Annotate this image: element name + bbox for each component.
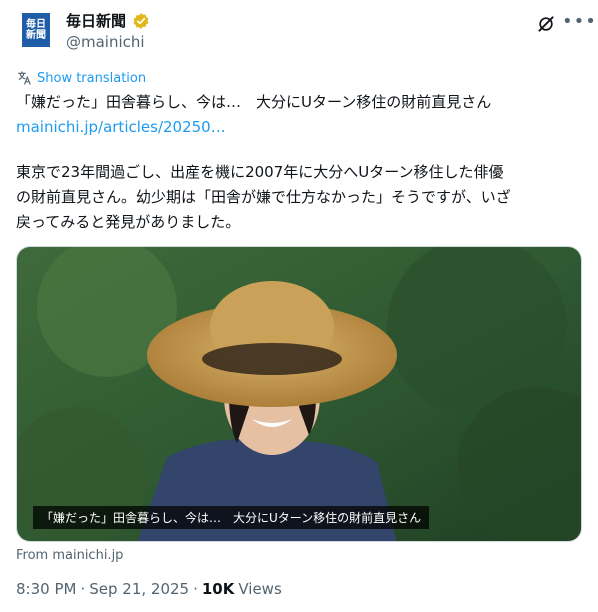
account-name[interactable]: 毎日新聞 [66,10,126,31]
tweet-headline: 「嫌だった」田舎暮らし、今は… 大分にUターン移住の財前直見さん [16,93,492,111]
show-translation-button[interactable]: Show translation [16,70,146,86]
article-photo [17,247,581,541]
tweet-meta: 8:30 PM · Sep 21, 2025 · 10K Views [16,580,282,598]
account-name-row[interactable]: 毎日新聞 [66,10,150,31]
translate-icon [18,71,31,85]
media-card[interactable]: 「嫌だった」田舎暮らし、今は… 大分にUターン移住の財前直見さん [16,246,582,542]
avatar[interactable]: 毎日 新聞 [16,10,56,50]
verified-badge-icon [133,12,149,29]
account-handle[interactable]: @mainichi [66,33,145,51]
avatar-text-top: 毎日 [26,19,46,30]
tweet-link[interactable]: mainichi.jp/articles/20250… [16,115,226,139]
show-translation-label[interactable]: Show translation [37,71,146,86]
separator-dot: · [193,580,198,598]
mainichi-logo: 毎日 新聞 [22,13,50,47]
card-source[interactable]: From mainichi.jp [16,548,123,563]
avatar-text-bottom: 新聞 [26,30,46,41]
views-count: 10K [201,580,235,598]
media-caption: 「嫌だった」田舎暮らし、今は… 大分にUターン移住の財前直見さん [33,506,430,529]
tweet-body-line-3: 戻ってみると発見がありました。 [16,213,241,231]
views-label: Views [238,580,282,598]
tweet-time[interactable]: 8:30 PM [16,580,76,598]
grok-icon[interactable] [536,14,556,34]
tweet-date[interactable]: Sep 21, 2025 [89,580,189,598]
more-icon[interactable]: ••• [562,12,596,32]
tweet-body-line-1: 東京で23年間過ごし、出産を機に2007年に大分へUターン移住した俳優 [16,163,504,181]
tweet-body-line-2: の財前直見さん。幼少期は「田舎が嫌で仕方なかった」そうですが、いざ [16,188,511,206]
separator-dot: · [80,580,86,598]
